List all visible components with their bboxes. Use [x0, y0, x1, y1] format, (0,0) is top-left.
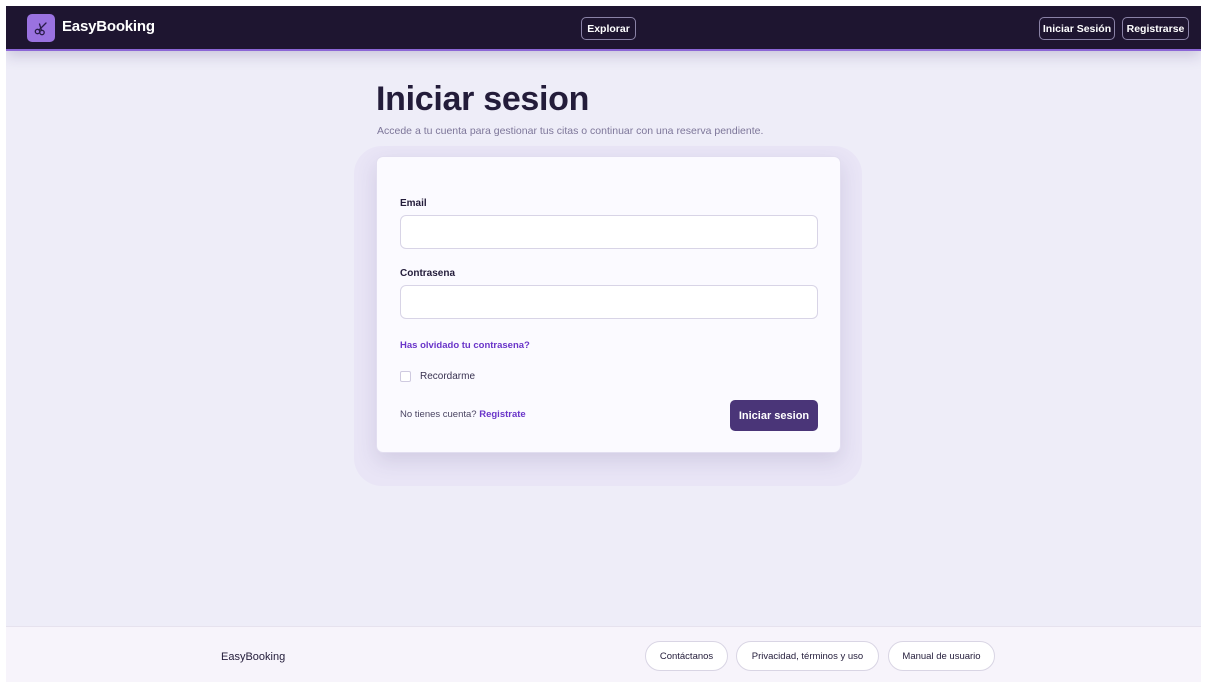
login-submit-button[interactable]: Iniciar sesion [730, 400, 818, 431]
footer-link-privacy[interactable]: Privacidad, términos y uso [736, 641, 879, 671]
remember-me-option[interactable]: Recordarme [400, 370, 475, 383]
footer-brand: EasyBooking [221, 651, 286, 663]
page-title: Iniciar sesion [376, 80, 590, 118]
register-button[interactable]: Registrarse [1122, 17, 1189, 40]
register-link[interactable]: Registrate [479, 409, 525, 420]
scissors-icon[interactable] [27, 14, 55, 42]
forgot-password-link[interactable]: Has olvidado tu contrasena? [400, 340, 530, 351]
footer-link-contact[interactable]: Contáctanos [645, 641, 728, 671]
login-button[interactable]: Iniciar Sesión [1039, 17, 1115, 40]
password-field[interactable] [400, 285, 818, 319]
email-field[interactable] [400, 215, 818, 249]
page-subtitle: Accede a tu cuenta para gestionar tus ci… [377, 125, 764, 137]
footer: EasyBooking Contáctanos Privacidad, térm… [6, 626, 1201, 682]
remember-me-checkbox[interactable] [400, 371, 411, 382]
password-label: Contrasena [400, 268, 456, 279]
brand-name[interactable]: EasyBooking [62, 18, 155, 35]
app-frame: EasyBooking Explorar Iniciar Sesión Regi… [6, 6, 1201, 682]
email-label: Email [400, 198, 427, 209]
login-form-card: Email Contrasena Has olvidado tu contras… [376, 156, 841, 453]
footer-link-manual[interactable]: Manual de usuario [888, 641, 995, 671]
navbar: EasyBooking Explorar Iniciar Sesión Regi… [6, 6, 1201, 51]
remember-me-label: Recordarme [420, 371, 476, 382]
explore-button[interactable]: Explorar [581, 17, 636, 40]
no-account-label: No tienes cuenta? [400, 409, 477, 420]
no-account-text: No tienes cuenta? Registrate [400, 409, 526, 420]
